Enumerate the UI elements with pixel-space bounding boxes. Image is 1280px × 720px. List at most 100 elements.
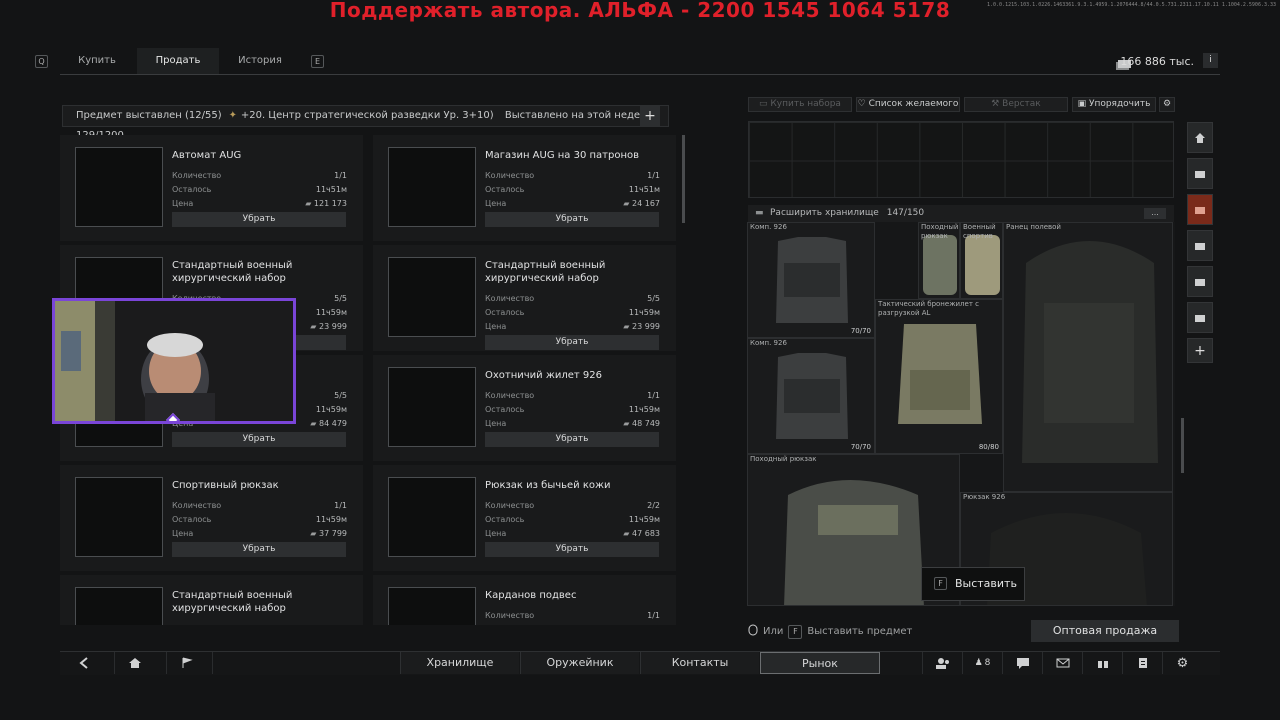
qty-label: Количество <box>485 171 535 180</box>
nav-storage[interactable]: Хранилище <box>400 652 519 674</box>
stash-item[interactable]: Комп. 926 70/70 <box>747 338 875 454</box>
nav-contacts[interactable]: Контакты <box>640 652 759 674</box>
remove-button[interactable]: Убрать <box>172 432 346 447</box>
home-stash-icon[interactable] <box>1187 122 1213 153</box>
listing-card[interactable]: Рюкзак из бычьей кожи Количество 2/2 Остало… <box>373 465 676 571</box>
flag-icon[interactable] <box>166 652 206 674</box>
hammer-icon: ⚒ <box>991 99 1003 109</box>
stash-tab-4-icon[interactable] <box>1187 266 1213 297</box>
listing-status-bar: Предмет выставлен (12/55) ✦ +20. Центр ст… <box>62 105 669 141</box>
stash-grid[interactable]: Комп. 926 70/70 Комп. 926 70/70 Походный… <box>747 222 1175 606</box>
workbench-button[interactable]: ⚒ Верстак <box>964 97 1068 112</box>
sort-icon: ▣ <box>1077 99 1089 109</box>
remove-button[interactable]: Убрать <box>485 335 659 350</box>
add-slot-button[interactable]: + <box>640 106 660 126</box>
stash-scrollbar[interactable] <box>1181 418 1184 473</box>
price-amount: 37 799 <box>319 529 347 538</box>
listing-card[interactable]: Магазин AUG на 30 патронов Количество 1/1 О… <box>373 135 676 241</box>
sell-hint-or: Или <box>763 626 784 637</box>
price-label: Цена <box>485 322 507 331</box>
buy-loadout-button[interactable]: ▭ Купить набора <box>748 97 852 112</box>
nav-market[interactable]: Рынок <box>760 652 880 674</box>
qty-row: Количество 5/5 <box>485 294 660 303</box>
stash-tab-2-icon[interactable] <box>1187 194 1213 225</box>
settings-gear-icon[interactable]: ⚙ <box>1159 97 1175 112</box>
stash-grid-top[interactable] <box>748 121 1174 198</box>
qty-value: 5/5 <box>647 294 660 303</box>
stash-item-count: 70/70 <box>850 327 871 335</box>
qty-label: Количество <box>172 624 221 625</box>
remove-button[interactable]: Убрать <box>172 542 346 557</box>
wishlist-button[interactable]: ♡ Список желаемого <box>856 97 960 112</box>
stash-item[interactable]: Походный рюкзак <box>918 222 960 299</box>
time-left-value: 11ч59м <box>628 405 660 414</box>
mail-icon[interactable] <box>1042 652 1082 674</box>
stash-item[interactable]: Комп. 926 70/70 <box>747 222 875 338</box>
qty-row: Количество 2/2 <box>485 501 660 510</box>
listing-card[interactable]: Стандартный военный хирургический набор К… <box>373 245 676 351</box>
add-stash-tab-icon[interactable]: + <box>1187 338 1213 363</box>
price-label: Цена <box>485 199 507 208</box>
squad-button[interactable]: ♟ 8 <box>962 652 1002 674</box>
price-label: Цена <box>172 529 194 538</box>
listing-card[interactable]: Стандартный военный хирургический набор К… <box>60 575 363 625</box>
tab-buy[interactable]: Купить <box>62 48 132 74</box>
expand-stash-bar[interactable]: ▬ Расширить хранилище 147/150 ... <box>748 205 1174 222</box>
friends-icon[interactable] <box>922 652 962 674</box>
listing-card[interactable]: Карданов подвесКоличество1/1ОсталосьЦена… <box>373 575 676 625</box>
stash-tab-5-icon[interactable] <box>1187 302 1213 333</box>
item-thumbnail <box>388 257 476 337</box>
tasks-icon[interactable] <box>1122 652 1162 674</box>
stash-item[interactable]: Тактический бронежилет с разгрузкой AL 8… <box>875 299 1003 454</box>
item-thumbnail <box>75 477 163 557</box>
stash-item-label: Комп. 926 <box>750 223 787 231</box>
chat-icon[interactable] <box>1002 652 1042 674</box>
qty-label: Количество <box>172 171 222 180</box>
stash-capacity: 147/150 <box>886 208 925 218</box>
qty-value: 1/1 <box>647 391 660 400</box>
listing-card[interactable]: Охотничий жилет 926 Количество 1/1 Осталось… <box>373 355 676 461</box>
heart-icon: ♡ <box>857 99 869 109</box>
money-icon: ▰ <box>623 322 632 331</box>
remove-button[interactable]: Убрать <box>485 432 659 447</box>
listing-card[interactable]: Спортивный рюкзак Количество 1/1 Осталось 11… <box>60 465 363 571</box>
stash-item[interactable]: Военный спортив <box>960 222 1003 299</box>
item-title: Стандартный военный хирургический набор <box>172 260 293 284</box>
listed-count: Предмет выставлен (12/55) <box>76 110 222 121</box>
key-hint-f2: F <box>788 624 803 639</box>
sell-hint: Или F Выставить предмет <box>748 624 912 639</box>
list-item-popup[interactable]: F Выставить <box>921 567 1025 601</box>
back-arrow-icon[interactable] <box>64 652 104 674</box>
qty-row: Количество 1/1 <box>485 391 660 400</box>
qty-label: Количество <box>485 294 535 303</box>
tab-history[interactable]: История <box>222 48 298 74</box>
info-button[interactable]: i <box>1203 53 1218 68</box>
stash-item[interactable]: Ранец полевой <box>1003 222 1173 492</box>
time-left-value: 11ч59м <box>315 308 347 317</box>
remove-button[interactable]: Убрать <box>485 212 659 227</box>
remove-button[interactable]: Убрать <box>172 212 346 227</box>
price-amount: 48 749 <box>632 419 660 428</box>
gift-icon[interactable] <box>1082 652 1122 674</box>
nav-armory[interactable]: Оружейник <box>520 652 639 674</box>
remove-button[interactable]: Убрать <box>485 542 659 557</box>
wishlist-label: Список желаемого <box>868 99 959 109</box>
money-icon: ▰ <box>305 199 314 208</box>
price-amount: 84 479 <box>319 419 347 428</box>
home-icon[interactable] <box>114 652 154 674</box>
balance-amount: 166 886 тыс. <box>1120 55 1194 68</box>
time-left-row: Осталось 11ч59м <box>485 515 660 524</box>
stash-tab-1-icon[interactable] <box>1187 158 1213 189</box>
settings-icon[interactable]: ⚙ <box>1162 652 1202 674</box>
listing-card[interactable]: Автомат AUG Количество 1/1 Осталось 11ч51м Це… <box>60 135 363 241</box>
tab-sell[interactable]: Продать <box>137 48 219 74</box>
wholesale-button[interactable]: Оптовая продажа <box>1031 620 1179 642</box>
item-title: Стандартный военный хирургический набор <box>485 260 606 284</box>
price-row: Цена ▰ 24 167 <box>485 199 660 208</box>
stash-more-button[interactable]: ... <box>1144 208 1166 219</box>
list-scrollbar[interactable] <box>682 135 685 223</box>
item-thumbnail <box>388 587 476 625</box>
time-left-label: Осталось <box>485 185 525 194</box>
stash-tab-3-icon[interactable] <box>1187 230 1213 261</box>
sort-button[interactable]: ▣ Упорядочить <box>1072 97 1156 112</box>
